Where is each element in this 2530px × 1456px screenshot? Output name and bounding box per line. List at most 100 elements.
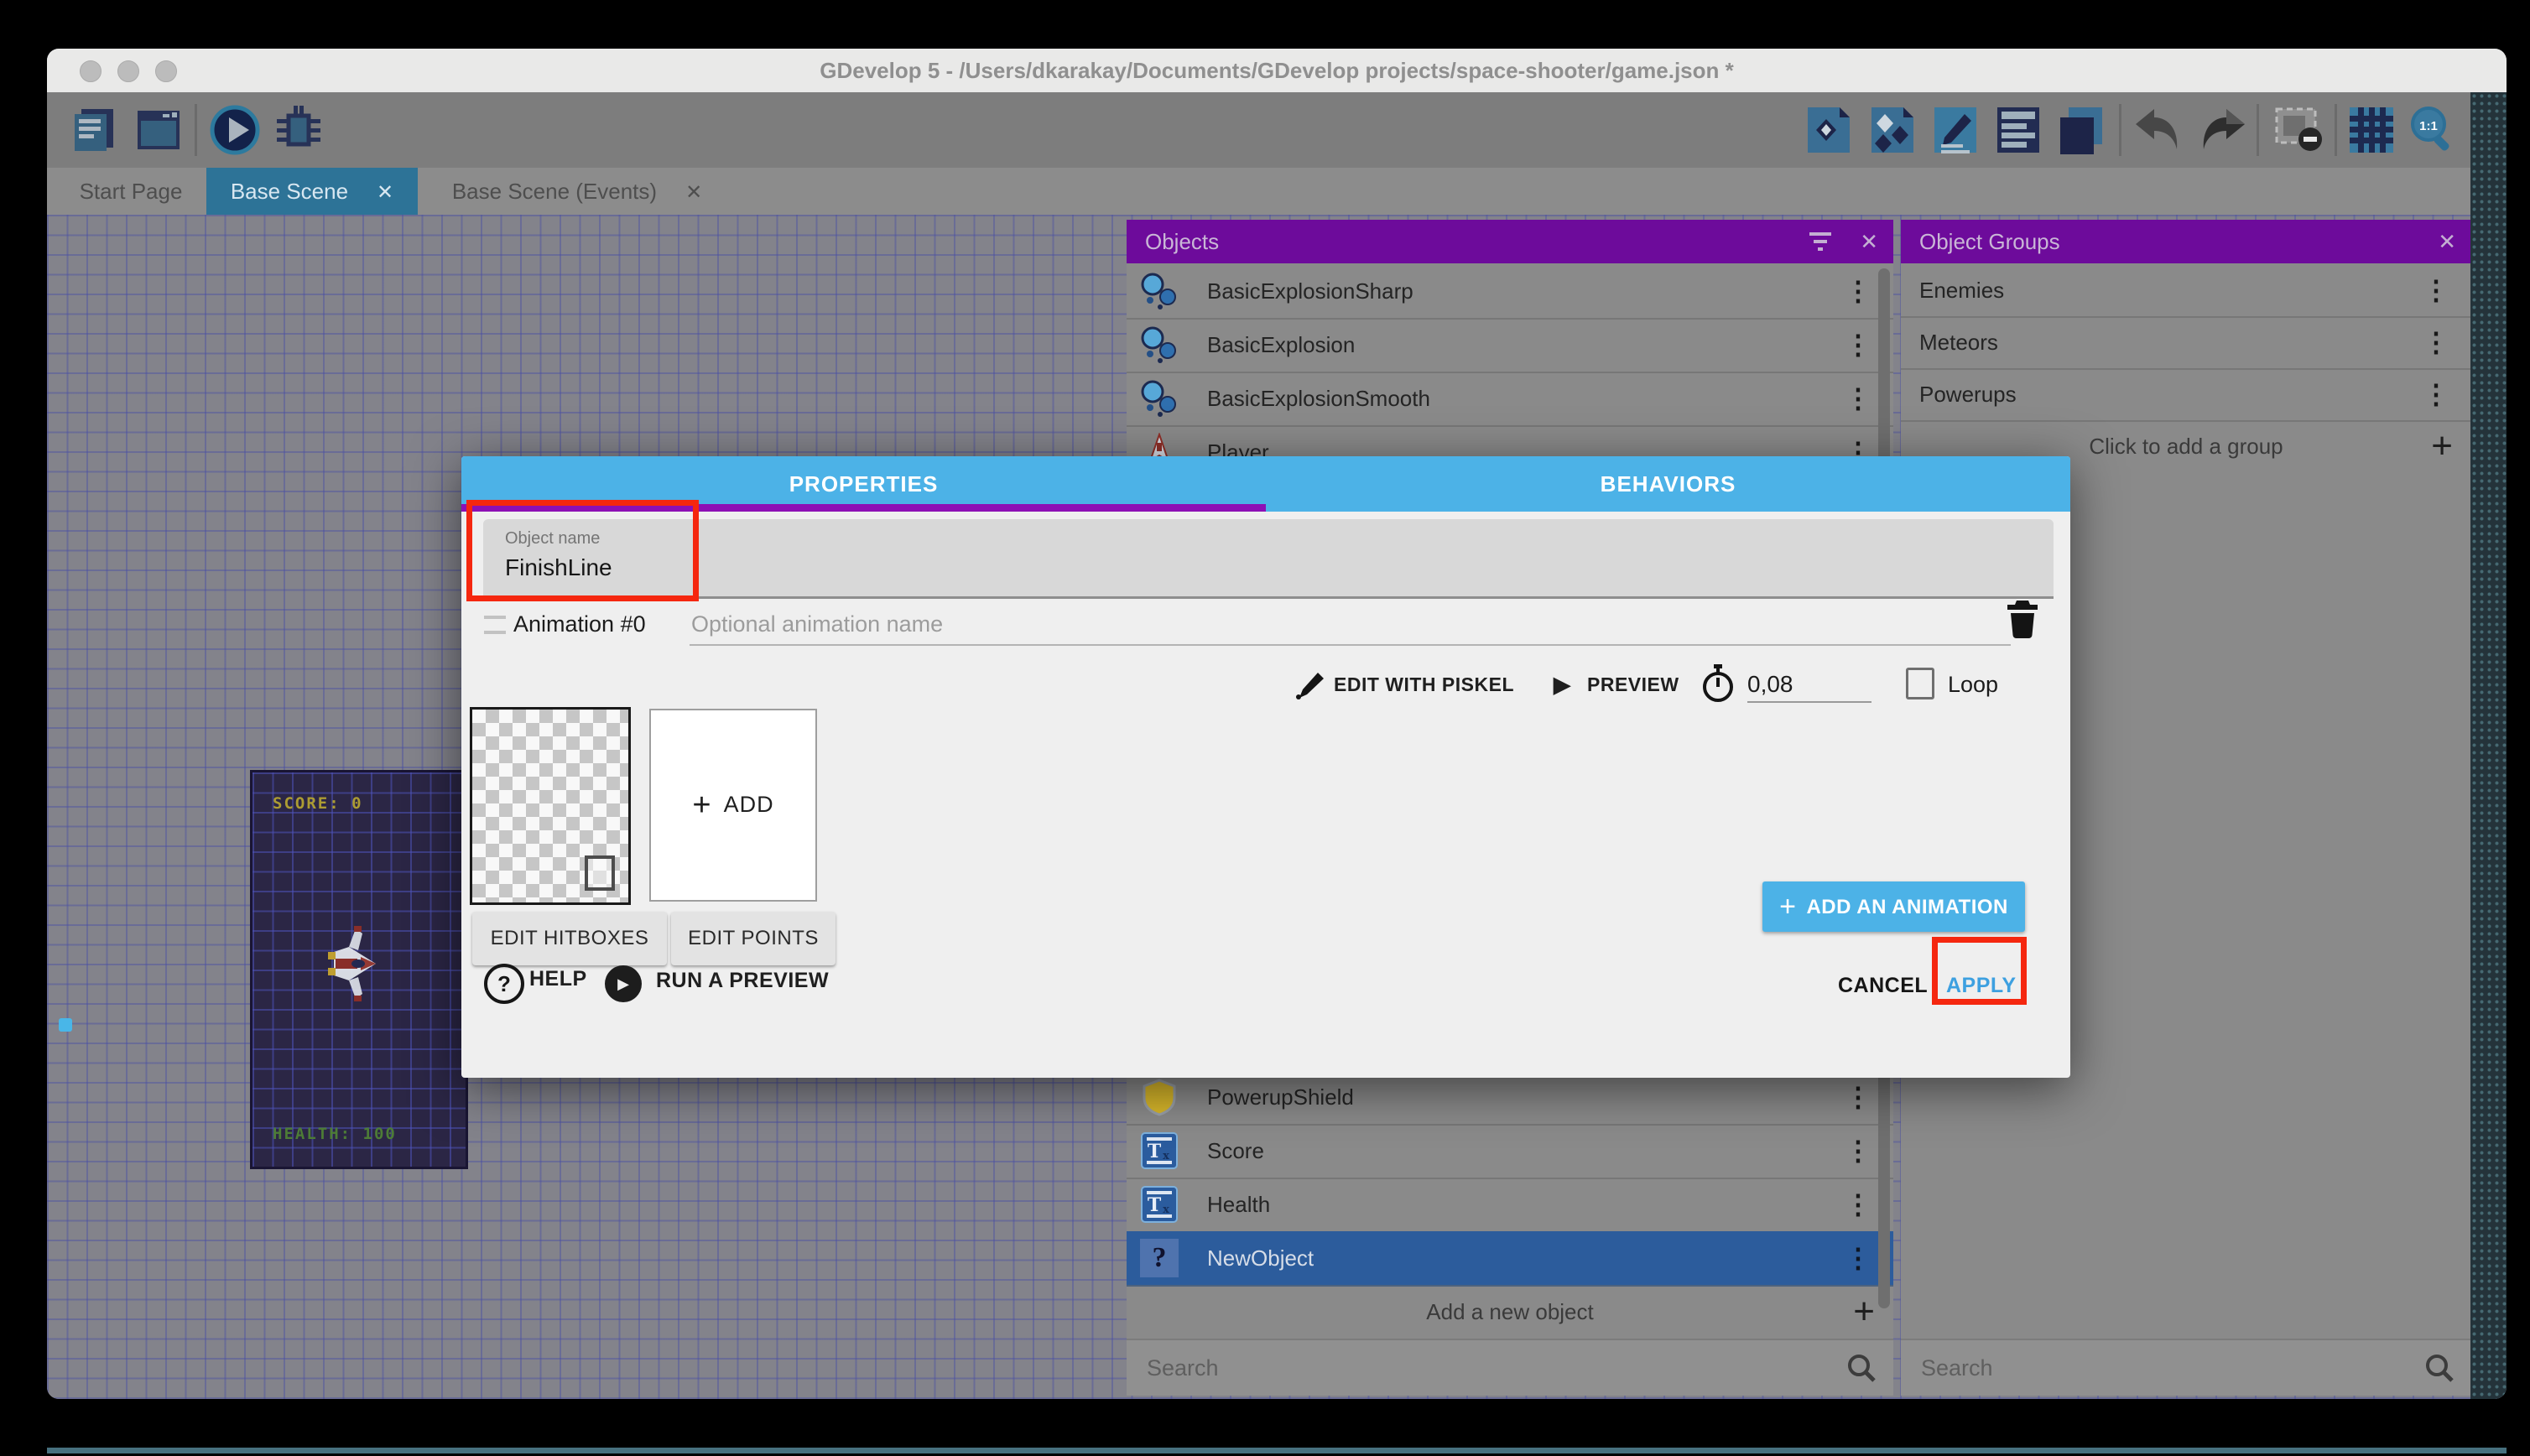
row-menu-icon[interactable] (2423, 316, 2449, 370)
add-object-row[interactable]: Add a new object (1127, 1285, 1893, 1339)
row-menu-icon[interactable] (2423, 264, 2449, 318)
toolbar-separator (2119, 104, 2121, 156)
piskel-brush-icon (1293, 669, 1325, 705)
close-panel-icon[interactable] (1860, 220, 1878, 263)
player-ship-sprite[interactable] (324, 922, 383, 1010)
animation-label: Animation #0 (513, 606, 646, 642)
row-menu-icon[interactable] (1845, 1124, 1871, 1178)
screen-bottom-edge (47, 1448, 2507, 1453)
toolbar-separator (2335, 104, 2337, 156)
groups-search-input[interactable] (1919, 1349, 2350, 1387)
row-menu-icon[interactable] (1845, 372, 1871, 425)
object-row[interactable]: Tx Score (1127, 1124, 1893, 1179)
window-title: GDevelop 5 - /Users/dkarakay/Documents/G… (47, 49, 2507, 92)
undo-icon[interactable] (2131, 104, 2183, 156)
loop-label: Loop (1948, 668, 1998, 701)
objects-search-input[interactable] (1145, 1349, 1724, 1387)
instances-list-icon[interactable] (2055, 104, 2107, 156)
tab-behaviors[interactable]: BEHAVIORS (1266, 456, 2070, 512)
object-row-selected[interactable]: ? NewObject (1127, 1231, 1893, 1287)
object-row[interactable]: BasicExplosionSharp (1127, 264, 1893, 320)
toggle-mask-icon[interactable] (2273, 104, 2325, 156)
desktop: GDevelop 5 - /Users/dkarakay/Documents/G… (0, 0, 2530, 1456)
selection-handle[interactable] (59, 1018, 72, 1032)
run-preview-icon[interactable] (605, 965, 642, 1002)
close-tab-icon[interactable]: ✕ (377, 169, 393, 216)
redo-icon[interactable] (2196, 104, 2248, 156)
text-object-icon: Tx (1140, 1185, 1179, 1224)
search-icon (1846, 1353, 1877, 1387)
launch-preview-icon[interactable] (209, 104, 261, 156)
grid-icon[interactable] (2346, 104, 2398, 156)
score-text: SCORE: 0 (273, 794, 363, 813)
object-row[interactable]: BasicExplosion (1127, 318, 1893, 373)
explosion-object-icon (1140, 379, 1179, 418)
scene-properties-icon[interactable] (1994, 104, 2046, 156)
svg-text:x: x (1163, 1150, 1169, 1162)
row-menu-icon[interactable] (1845, 1231, 1871, 1285)
groups-panel-header: Object Groups (1901, 220, 2471, 263)
cancel-button[interactable]: CANCEL (1838, 965, 1928, 1006)
edit-hitboxes-button[interactable]: EDIT HITBOXES (472, 912, 667, 965)
health-text: HEALTH: 100 (273, 1125, 397, 1143)
row-menu-icon[interactable] (2423, 368, 2449, 422)
frame-select-checkbox[interactable] (585, 855, 615, 891)
game-viewport[interactable]: SCORE: 0 HEALTH: 100 (250, 770, 468, 1169)
delete-animation-icon[interactable] (2003, 597, 2042, 643)
animation-name-input[interactable] (690, 604, 2011, 646)
gdevelop-window: GDevelop 5 - /Users/dkarakay/Documents/G… (47, 49, 2507, 1399)
close-tab-icon[interactable]: ✕ (685, 169, 702, 216)
object-name-field[interactable]: Object name FinishLine (483, 519, 2054, 599)
timer-icon (1699, 663, 1737, 709)
help-button[interactable]: HELP (529, 962, 587, 996)
preview-button[interactable]: PREVIEW (1587, 668, 1679, 701)
annotation-apply (1932, 937, 2027, 1005)
row-menu-icon[interactable] (1845, 1070, 1871, 1124)
row-menu-icon[interactable] (1845, 264, 1871, 318)
close-panel-icon[interactable] (2438, 220, 2456, 263)
group-row[interactable]: Powerups (1901, 368, 2471, 422)
edit-points-button[interactable]: EDIT POINTS (671, 912, 836, 965)
row-menu-icon[interactable] (1845, 318, 1871, 372)
object-row[interactable]: BasicExplosionSmooth (1127, 372, 1893, 427)
add-frame-button[interactable]: +ADD (649, 709, 817, 902)
groups-panel-title: Object Groups (1919, 220, 2060, 263)
toolbar-separator (2257, 104, 2259, 156)
object-row[interactable]: PowerupShield (1127, 1070, 1893, 1126)
tab-start-page[interactable]: Start Page (64, 168, 198, 215)
run-a-preview-button[interactable]: RUN A PREVIEW (656, 964, 829, 997)
filter-icon[interactable] (1808, 231, 1833, 257)
group-row[interactable]: Meteors (1901, 316, 2471, 370)
edit-scene-icon[interactable] (1931, 104, 1983, 156)
add-object-icon[interactable] (1804, 104, 1856, 156)
plus-icon (2431, 420, 2453, 474)
object-editor-dialog: PROPERTIES BEHAVIORS Object name FinishL… (461, 456, 2070, 1078)
loop-checkbox[interactable] (1906, 668, 1934, 699)
desktop-wallpaper-strip (2470, 92, 2507, 1399)
plus-icon: + (692, 788, 711, 823)
zoom-ratio-label: 1:1 (2419, 119, 2438, 133)
preview-play-icon (1554, 668, 1571, 701)
main-toolbar: 1:1 (47, 92, 2507, 168)
object-row[interactable]: Tx Health (1127, 1178, 1893, 1233)
help-icon[interactable] (484, 964, 524, 1004)
explosion-object-icon (1140, 325, 1179, 364)
animation-frame-thumbnail[interactable] (470, 707, 631, 905)
project-manager-icon[interactable] (68, 104, 120, 156)
zoom-original-icon[interactable]: 1:1 (2407, 104, 2459, 156)
scene-window-icon[interactable] (133, 104, 185, 156)
edit-with-piskel-button[interactable]: EDIT WITH PISKEL (1334, 668, 1514, 701)
debug-icon[interactable] (272, 104, 324, 156)
row-menu-icon[interactable] (1845, 1178, 1871, 1231)
objects-search (1127, 1339, 1893, 1396)
tab-base-scene[interactable]: Base Scene✕ (206, 168, 418, 215)
drag-handle-icon[interactable] (484, 616, 506, 634)
object-groups-icon[interactable] (1868, 104, 1920, 156)
tab-base-scene-events[interactable]: Base Scene (Events)✕ (418, 168, 737, 215)
group-row[interactable]: Enemies (1901, 264, 2471, 318)
plus-icon (1853, 1285, 1875, 1339)
toolbar-separator (195, 104, 197, 156)
add-animation-button[interactable]: +ADD AN ANIMATION (1762, 881, 2025, 932)
frame-duration-input[interactable]: 0,08 (1747, 668, 1871, 703)
svg-text:T: T (1148, 1141, 1162, 1162)
